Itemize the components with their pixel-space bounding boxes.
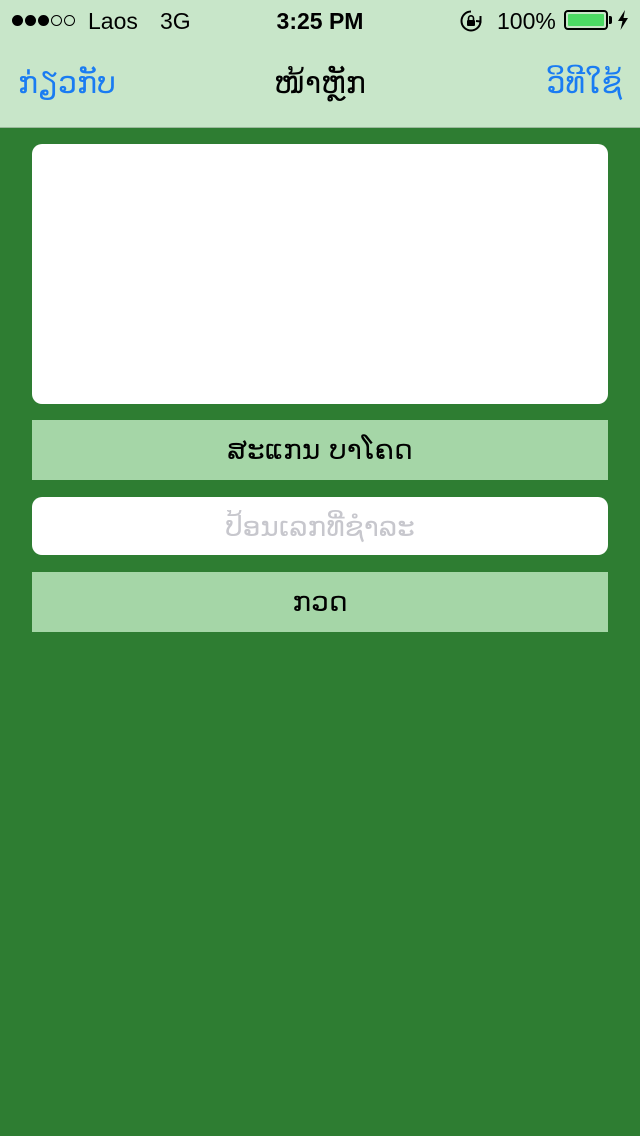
battery-percent: 100% bbox=[497, 8, 556, 34]
charging-icon bbox=[618, 10, 628, 30]
battery-fill bbox=[568, 14, 604, 26]
payment-number-input[interactable] bbox=[32, 497, 608, 555]
battery-tip bbox=[609, 16, 612, 24]
how-to-use-link[interactable]: ວິທີໃຊ້ bbox=[546, 64, 622, 104]
check-button[interactable]: ກວດ bbox=[32, 572, 608, 632]
page-title: ໜ້າຫຼັກ bbox=[274, 66, 366, 101]
rotation-lock-icon bbox=[460, 10, 482, 32]
barcode-scan-area bbox=[32, 144, 608, 404]
battery-icon bbox=[564, 10, 608, 30]
navigation-bar: ກ່ຽວກັບ ໜ້າຫຼັກ ວິທີໃຊ້ bbox=[0, 40, 640, 128]
scan-barcode-button[interactable]: ສະແກນ ບາໂຄດ bbox=[32, 420, 608, 480]
status-bar: Laos 3G 3:25 PM 100% bbox=[0, 0, 640, 40]
